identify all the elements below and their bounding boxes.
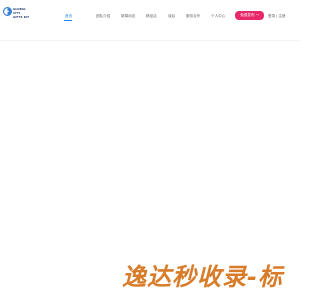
nav-item-cooperation[interactable]: 服务合作: [186, 13, 200, 19]
nav-item-team[interactable]: 团队介绍: [96, 13, 110, 19]
publish-button[interactable]: 免费发布 →: [235, 11, 264, 20]
nav-item-shop[interactable]: 精品店: [146, 13, 157, 19]
site-logo[interactable]: GLOBAL CITY GIFTS KIT: [3, 7, 39, 31]
nav-item-news[interactable]: 新闻动态: [121, 13, 135, 19]
globe-logo-icon: [3, 7, 12, 16]
nav-active-indicator: [64, 20, 72, 21]
auth-links: 登录|注册: [268, 13, 286, 19]
nav-item-reading[interactable]: 读后: [168, 13, 175, 19]
banner-headline: 逸达秒收录-标: [122, 263, 283, 291]
nav-item-profile[interactable]: 个人中心: [211, 13, 225, 19]
logo-wordmark: GLOBAL CITY GIFTS KIT: [13, 8, 37, 19]
logo-line-3: GIFTS KIT: [13, 15, 30, 19]
site-header: GLOBAL CITY GIFTS KIT 首页 团队介绍 新闻动态 精品店 读…: [0, 0, 300, 41]
login-link[interactable]: 登录: [268, 14, 275, 18]
nav-item-home[interactable]: 首页: [65, 13, 72, 19]
register-link[interactable]: 注册: [278, 14, 285, 18]
page: GLOBAL CITY GIFTS KIT 首页 团队介绍 新闻动态 精品店 读…: [0, 0, 300, 300]
